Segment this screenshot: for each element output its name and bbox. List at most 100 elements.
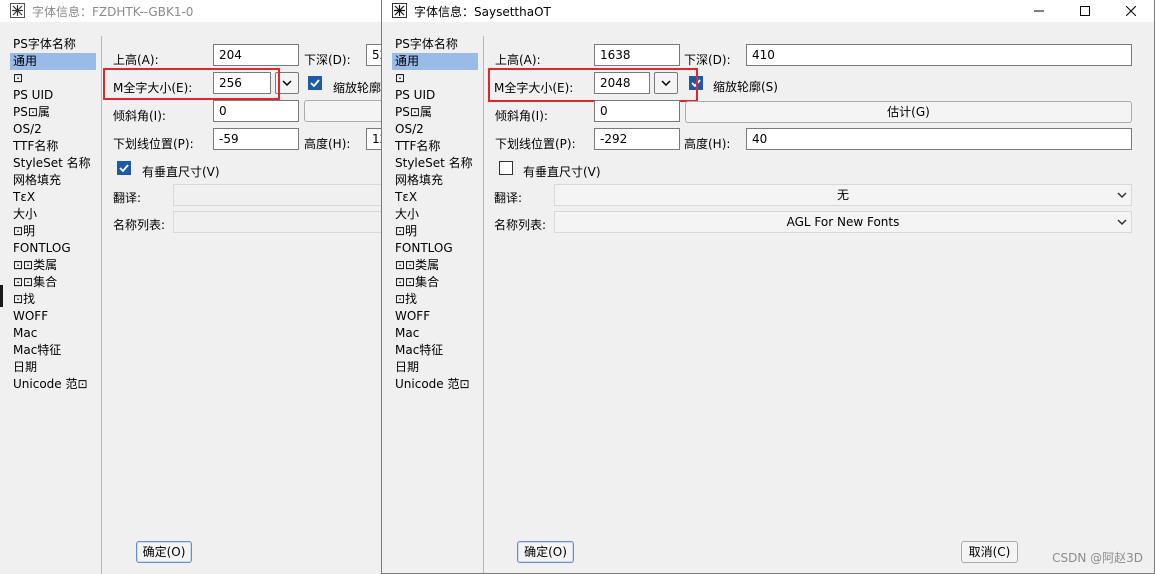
category-item[interactable]: FONTLOG — [10, 240, 101, 257]
underline-position-label: 下划线位置(P): — [113, 137, 194, 151]
title-bar[interactable]: 字体信息：FZDHTK--GBK1-0 — [0, 0, 382, 22]
em-size-dropdown-button[interactable] — [275, 72, 299, 94]
maximize-icon — [1080, 6, 1090, 16]
category-item[interactable]: 通用 — [10, 53, 96, 70]
category-item[interactable]: 通用 — [392, 53, 478, 70]
underline-height-label: 高度(H): — [304, 137, 351, 151]
underline-position-input[interactable]: -59 — [213, 128, 299, 150]
category-item[interactable]: PS UID — [392, 87, 483, 104]
category-item[interactable]: PS字体名称 — [392, 36, 483, 53]
category-item[interactable]: ⊡明 — [392, 223, 483, 240]
has-vertical-metrics-checkbox[interactable] — [499, 161, 513, 175]
category-item[interactable]: OS/2 — [392, 121, 483, 138]
translation-select[interactable]: 无 — [554, 184, 1132, 206]
category-item[interactable]: PS⊡属 — [392, 104, 483, 121]
translation-label: 翻译: — [494, 191, 523, 205]
em-size-input[interactable]: 2048 — [594, 72, 650, 94]
em-size-label: M全字大小(E): — [494, 81, 574, 95]
ok-button[interactable]: 确定(O) — [136, 541, 192, 563]
scale-outlines-label: 缩放轮廓 — [333, 81, 382, 95]
category-item[interactable]: ⊡明 — [10, 223, 101, 240]
guess-button[interactable]: 估计(G) — [685, 101, 1132, 123]
category-item[interactable]: StyleSet 名称 — [10, 155, 101, 172]
italic-angle-label: 倾斜角(I): — [113, 109, 166, 123]
background-window-edge — [0, 285, 3, 307]
descent-label: 下深(D): — [304, 53, 351, 67]
category-item[interactable]: TεX — [392, 189, 483, 206]
maximize-button[interactable] — [1062, 0, 1108, 22]
category-item[interactable]: ⊡ — [10, 70, 101, 87]
ok-button[interactable]: 确定(O) — [517, 541, 574, 563]
underline-position-input[interactable]: -292 — [594, 128, 680, 150]
window-title: 字体信息：SaysetthaOT — [414, 5, 551, 19]
italic-angle-label: 倾斜角(I): — [495, 109, 548, 123]
category-item[interactable]: TεX — [10, 189, 101, 206]
category-item[interactable]: FONTLOG — [392, 240, 483, 257]
category-item[interactable]: PS字体名称 — [10, 36, 101, 53]
category-item[interactable]: PS UID — [10, 87, 101, 104]
scale-outlines-checkbox[interactable] — [689, 76, 703, 90]
check-icon — [310, 79, 320, 87]
category-item[interactable]: ⊡⊡集合 — [10, 274, 101, 291]
translation-value: 无 — [836, 188, 849, 202]
category-item[interactable]: ⊡⊡类属 — [10, 257, 101, 274]
category-item[interactable]: ⊡⊡集合 — [392, 274, 483, 291]
ascent-label: 上高(A): — [113, 53, 159, 67]
has-vertical-metrics-checkbox[interactable] — [117, 161, 131, 175]
ascent-input[interactable]: 204 — [213, 44, 299, 66]
descent-label: 下深(D): — [684, 53, 731, 67]
category-item[interactable]: ⊡ — [392, 70, 483, 87]
category-item[interactable]: OS/2 — [10, 121, 101, 138]
italic-angle-input[interactable]: 0 — [594, 100, 680, 122]
category-item[interactable]: Mac特征 — [10, 342, 101, 359]
category-item[interactable]: WOFF — [10, 308, 101, 325]
check-icon — [691, 79, 701, 87]
category-item[interactable]: 网格填充 — [10, 172, 101, 189]
minimize-button[interactable] — [1016, 0, 1062, 22]
category-item[interactable]: Unicode 范⊡ — [10, 376, 101, 393]
category-item[interactable]: Mac特征 — [392, 342, 483, 359]
category-item[interactable]: StyleSet 名称 — [392, 155, 483, 172]
cancel-button[interactable]: 取消(C) — [961, 541, 1018, 563]
close-button[interactable] — [1108, 0, 1154, 22]
category-item[interactable]: 大小 — [392, 206, 483, 223]
namelist-select[interactable]: AGL For New Fonts — [554, 211, 1132, 233]
namelist-select[interactable] — [173, 211, 382, 233]
category-item[interactable]: 日期 — [10, 359, 101, 376]
category-item[interactable]: ⊡⊡类属 — [392, 257, 483, 274]
italic-angle-input[interactable]: 0 — [213, 100, 299, 122]
translation-select[interactable] — [173, 184, 382, 206]
ascent-input[interactable]: 1638 — [594, 44, 680, 66]
category-list[interactable]: PS字体名称 通用 ⊡ PS UID PS⊡属 OS/2 TTF名称 StyleSet 名称网… — [392, 36, 484, 573]
category-item[interactable]: ⊡找 — [392, 291, 483, 308]
title-bar[interactable]: 字体信息：SaysetthaOT — [382, 0, 1154, 22]
has-vertical-metrics-label: 有垂直尺寸(V) — [523, 165, 601, 179]
scale-outlines-checkbox[interactable] — [308, 76, 322, 90]
category-item[interactable]: TTF名称 — [392, 138, 483, 155]
category-item[interactable]: TTF名称 — [10, 138, 101, 155]
descent-input[interactable]: 410 — [746, 44, 1132, 66]
guess-button[interactable] — [304, 100, 382, 122]
category-item[interactable]: 大小 — [10, 206, 101, 223]
check-icon — [119, 164, 129, 172]
category-item[interactable]: 网格填充 — [392, 172, 483, 189]
category-item[interactable]: Unicode 范⊡ — [392, 376, 483, 393]
em-size-dropdown-button[interactable] — [654, 72, 678, 94]
category-list[interactable]: PS字体名称 通用 ⊡ PS UID PS⊡属 OS/2 TTF名称 StyleSet 名称网… — [10, 36, 102, 574]
namelist-value: AGL For New Fonts — [786, 215, 900, 229]
em-size-input[interactable]: 256 — [213, 72, 271, 94]
category-item[interactable]: Mac — [10, 325, 101, 342]
fontforge-app-icon — [10, 3, 25, 18]
category-item[interactable]: WOFF — [392, 308, 483, 325]
underline-position-label: 下划线位置(P): — [495, 137, 576, 151]
category-item[interactable]: 日期 — [392, 359, 483, 376]
watermark: CSDN @阿赵3D — [1052, 551, 1143, 565]
namelist-label: 名称列表: — [113, 218, 166, 232]
category-item[interactable]: ⊡找 — [10, 291, 101, 308]
namelist-label: 名称列表: — [494, 218, 547, 232]
underline-height-input[interactable]: 40 — [746, 128, 1132, 150]
translation-label: 翻译: — [113, 191, 142, 205]
category-item[interactable]: PS⊡属 — [10, 104, 101, 121]
category-item[interactable]: Mac — [392, 325, 483, 342]
scale-outlines-label: 缩放轮廓(S) — [713, 80, 778, 94]
